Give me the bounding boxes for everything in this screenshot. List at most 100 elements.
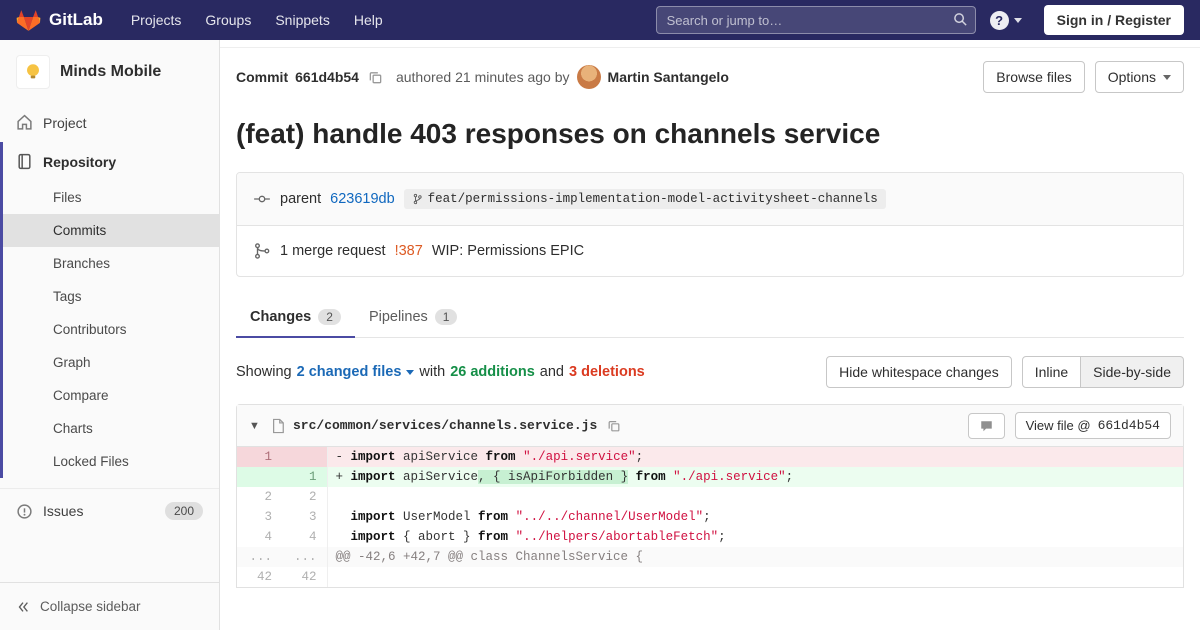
project-name: Minds Mobile [60,63,162,80]
browse-files-button[interactable]: Browse files [983,61,1085,93]
old-line-number[interactable]: 3 [237,507,282,527]
new-line-number[interactable]: 2 [282,487,328,507]
old-line-number[interactable]: 2 [237,487,282,507]
sidebar-item-compare[interactable]: Compare [3,379,219,412]
view-file-sha: 661d4b54 [1097,418,1160,433]
changes-count-badge: 2 [318,309,341,325]
sidebar-item-graph[interactable]: Graph [3,346,219,379]
git-merge-icon [255,243,270,259]
diff-line: 1 + import apiService, { isApiForbidden }… [237,467,1183,487]
old-line-number[interactable]: 42 [237,567,282,587]
diff-code-line: import UserModel from "../../channel/Use… [350,510,711,524]
merge-request-ref-link[interactable]: !387 [395,243,423,259]
new-line-number[interactable]: 1 [282,467,328,487]
diff-table: 1- import apiService from "./api.service… [237,447,1183,587]
diff-code-line [327,487,1183,507]
additions-count: 26 additions [450,364,535,380]
parent-commit-row: parent 623619db feat/permissions-impleme… [237,173,1183,226]
double-chevron-left-icon [18,601,28,612]
sidebar-item-repository[interactable]: Repository [3,142,219,181]
lightbulb-icon [27,64,39,79]
nav-item-groups[interactable]: Groups [195,6,261,34]
file-icon [273,418,284,433]
sidebar-nav: Project Repository Files Commits Branche… [0,103,219,478]
inline-view-button[interactable]: Inline [1021,356,1082,388]
sidebar-item-locked-files[interactable]: Locked Files [3,445,219,478]
new-line-number[interactable]: 4 [282,527,328,547]
sidebar-item-files[interactable]: Files [3,181,219,214]
main-content: Minds › Minds Mobile › Commits › 661d4b5… [220,0,1200,588]
collapse-sidebar-button[interactable]: Collapse sidebar [0,582,219,630]
search-input[interactable] [655,6,976,34]
copy-icon [608,420,620,431]
help-menu[interactable]: ? [989,10,1022,30]
branch-ref-chip[interactable]: feat/permissions-implementation-model-ac… [403,189,886,209]
diff-line: 33 import UserModel from "../../channel/… [237,507,1183,527]
nav-item-projects[interactable]: Projects [121,6,192,34]
sidebar-item-issues[interactable]: Issues 200 [0,488,219,533]
question-icon: ? [989,10,1009,30]
commit-label: Commit [236,69,289,85]
copy-path-button[interactable] [605,417,623,435]
old-line-number[interactable] [237,467,282,487]
issues-count-badge: 200 [164,502,203,520]
git-commit-icon [254,195,270,203]
side-by-side-view-button[interactable]: Side-by-side [1081,356,1184,388]
sidebar-item-label: Project [43,114,87,131]
pipelines-count-badge: 1 [434,309,458,325]
view-file-label: View file @ [1025,418,1091,433]
old-line-number[interactable]: ... [237,547,282,567]
sign-in-button[interactable]: Sign in / Register [1043,5,1184,35]
tanuki-icon [16,9,41,31]
diff-code-line: - import apiService from "./api.service"… [327,447,1183,467]
new-line-number[interactable] [282,447,328,467]
diff-code-line [327,567,1183,587]
sidebar-item-branches[interactable]: Branches [3,247,219,280]
collapse-diff-caret[interactable]: ▼ [249,420,263,432]
authored-text: authored 21 minutes ago by [395,69,570,85]
showing-label: Showing [236,364,292,380]
comment-button[interactable] [967,412,1005,439]
diff-line: 44 import { abort } from "../helpers/abo… [237,527,1183,547]
nav-item-snippets[interactable]: Snippets [265,6,339,34]
options-label: Options [1107,69,1156,85]
sidebar-item-charts[interactable]: Charts [3,412,219,445]
sidebar-item-label: Issues [43,503,84,519]
merge-request-row: 1 merge request !387 WIP: Permissions EP… [237,226,1183,276]
old-line-number[interactable]: 1 [237,447,282,467]
view-file-button[interactable]: View file @ 661d4b54 [1014,412,1171,439]
commit-sha: 661d4b54 [295,69,359,85]
copy-sha-button[interactable] [366,68,385,87]
gitlab-logo[interactable]: GitLab [16,8,103,33]
new-line-number[interactable]: 3 [282,507,328,527]
options-button[interactable]: Options [1094,61,1184,93]
diff-code-line: import { abort } from "../helpers/aborta… [350,530,726,544]
old-line-number[interactable]: 4 [237,527,282,547]
tab-pipelines[interactable]: Pipelines 1 [355,297,472,337]
hide-whitespace-button[interactable]: Hide whitespace changes [826,356,1012,388]
changed-files-dropdown[interactable]: 2 changed files [297,364,415,380]
brand-name: GitLab [49,10,103,29]
parent-sha-link[interactable]: 623619db [330,191,395,207]
sidebar-item-contributors[interactable]: Contributors [3,313,219,346]
tab-label: Pipelines [368,309,428,325]
new-line-number[interactable]: ... [282,547,328,567]
nav-item-help[interactable]: Help [344,6,393,34]
diff-table-body: 1- import apiService from "./api.service… [237,447,1183,587]
copy-icon [369,71,382,83]
commit-tabs: Changes 2 Pipelines 1 [236,297,1184,338]
project-avatar [16,55,50,89]
home-icon [17,114,32,130]
diff-line: ...... @@ -42,6 +42,7 @@ class ChannelsSe… [237,547,1183,567]
author-avatar[interactable] [576,65,601,89]
project-context-header[interactable]: Minds Mobile [0,40,219,103]
with-label: with [419,364,446,380]
sidebar-item-commits[interactable]: Commits [3,214,219,247]
chevron-down-icon [406,369,415,375]
author-name[interactable]: Martin Santangelo [608,69,729,85]
diff-file-path[interactable]: src/common/services/channels.service.js [293,418,597,433]
sidebar-item-tags[interactable]: Tags [3,280,219,313]
sidebar-item-project[interactable]: Project [0,103,219,142]
new-line-number[interactable]: 42 [282,567,328,587]
tab-changes[interactable]: Changes 2 [236,297,355,338]
